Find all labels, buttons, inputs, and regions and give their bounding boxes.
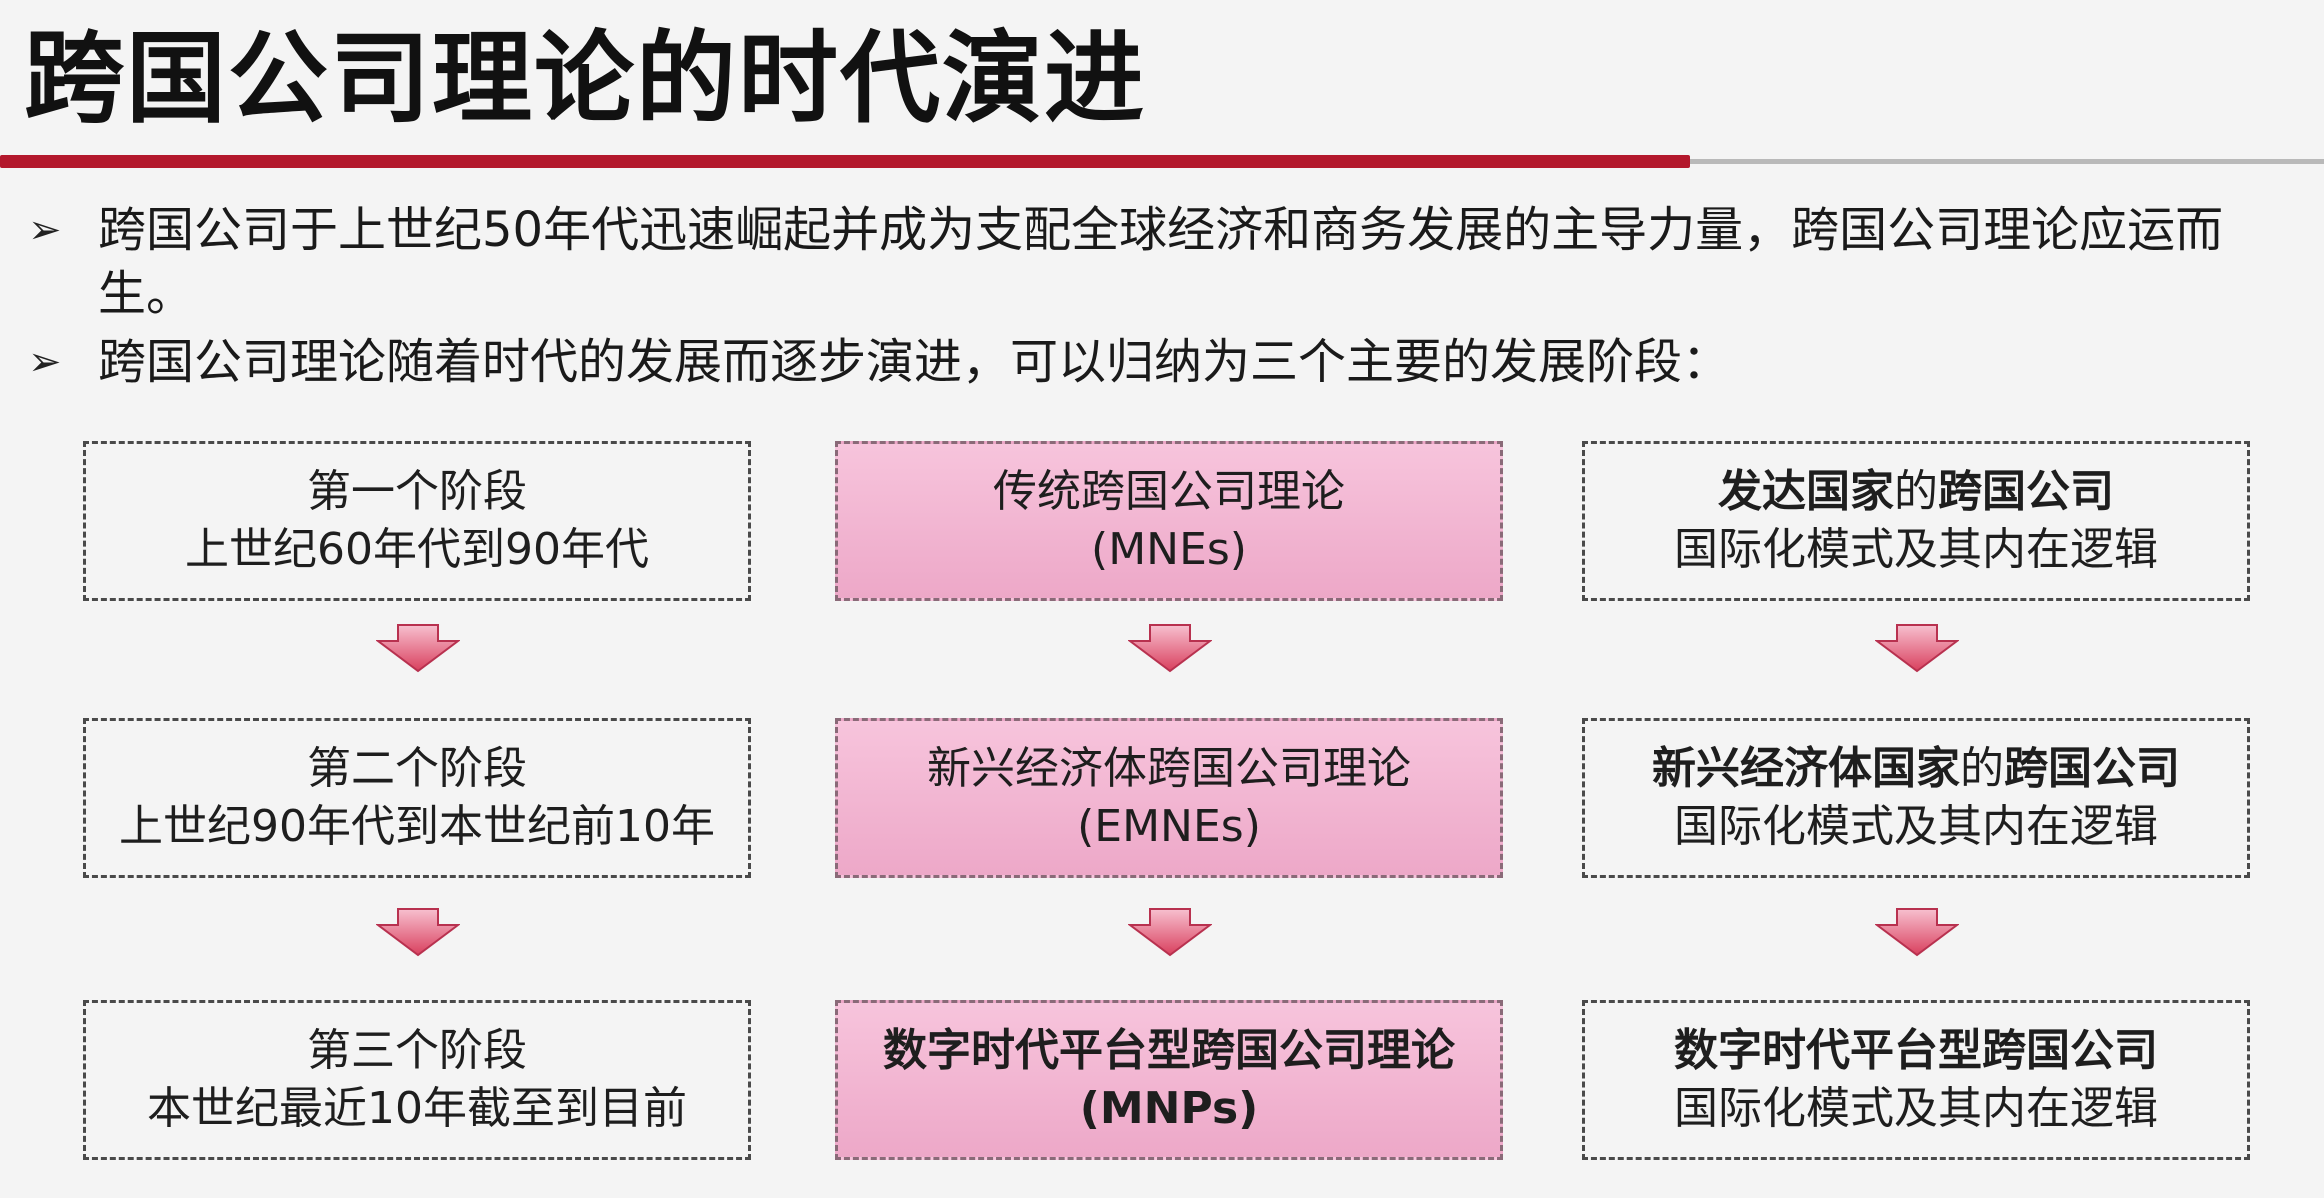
stage-period-range: 上世纪90年代到本世纪前10年 [119, 801, 715, 852]
mode-subject-company: 跨国公司 [2004, 743, 2180, 794]
theory-box-2: 新兴经济体跨国公司理论 (EMNEs) [835, 718, 1503, 878]
mode-box-3: 数字时代平台型跨国公司 国际化模式及其内在逻辑 [1582, 1000, 2250, 1160]
theory-abbreviation: (MNPs) [1079, 1083, 1259, 1134]
theory-box-3: 数字时代平台型跨国公司理论 (MNPs) [835, 1000, 1503, 1160]
mode-subject-connector: 的 [1960, 743, 2004, 794]
stage-period-box-2: 第二个阶段 上世纪90年代到本世纪前10年 [83, 718, 751, 878]
mode-subject: 新兴经济体国家的跨国公司 [1652, 740, 2180, 798]
stage-period-name: 第二个阶段 [307, 743, 527, 794]
theory-abbreviation: (MNEs) [1091, 524, 1247, 575]
down-arrow-icon [376, 908, 460, 957]
down-arrow-icon [1128, 908, 1212, 957]
down-arrow-icon [376, 624, 460, 673]
mode-subject-connector: 的 [1894, 466, 1938, 517]
down-arrow-icon [1128, 624, 1212, 673]
stage-period-box-3: 第三个阶段 本世纪最近10年截至到目前 [83, 1000, 751, 1160]
mode-subject-country: 新兴经济体国家 [1652, 743, 1960, 794]
stage-period-name: 第一个阶段 [307, 466, 527, 517]
mode-subject-country: 数字时代平台型跨国公司 [1674, 1025, 2158, 1076]
title-underline-grey [1690, 159, 2324, 164]
mode-subject-company: 跨国公司 [1938, 466, 2114, 517]
mode-box-2: 新兴经济体国家的跨国公司 国际化模式及其内在逻辑 [1582, 718, 2250, 878]
mode-subject: 数字时代平台型跨国公司 [1674, 1022, 2158, 1080]
title-underline-red [0, 155, 1690, 168]
arrowhead-bullet-icon: ➢ [28, 339, 62, 385]
slide-title: 跨国公司理论的时代演进 [24, 20, 1146, 137]
theory-name: 数字时代平台型跨国公司理论 [883, 1025, 1455, 1076]
theory-name: 传统跨国公司理论 [993, 466, 1345, 517]
bullet-text-1: 跨国公司于上世纪50年代迅速崛起并成为支配全球经济和商务发展的主导力量，跨国公司… [98, 202, 2224, 322]
mode-box-1: 发达国家的跨国公司 国际化模式及其内在逻辑 [1582, 441, 2250, 601]
arrowhead-bullet-icon: ➢ [28, 207, 62, 253]
down-arrow-icon [1875, 908, 1959, 957]
stage-period-box-1: 第一个阶段 上世纪60年代到90年代 [83, 441, 751, 601]
stage-period-range: 上世纪60年代到90年代 [185, 524, 649, 575]
mode-description: 国际化模式及其内在逻辑 [1674, 801, 2158, 852]
mode-description: 国际化模式及其内在逻辑 [1674, 1083, 2158, 1134]
bullet-text-2: 跨国公司理论随着时代的发展而逐步演进，可以归纳为三个主要的发展阶段： [98, 334, 1731, 390]
mode-description: 国际化模式及其内在逻辑 [1674, 524, 2158, 575]
theory-box-1: 传统跨国公司理论 (MNEs) [835, 441, 1503, 601]
bullet-item-1: ➢ 跨国公司于上世纪50年代迅速崛起并成为支配全球经济和商务发展的主导力量，跨国… [28, 198, 2288, 326]
theory-abbreviation: (EMNEs) [1077, 801, 1261, 852]
mode-subject-country: 发达国家 [1718, 466, 1894, 517]
mode-subject: 发达国家的跨国公司 [1718, 463, 2114, 521]
theory-name: 新兴经济体跨国公司理论 [927, 743, 1411, 794]
bullet-item-2: ➢ 跨国公司理论随着时代的发展而逐步演进，可以归纳为三个主要的发展阶段： [28, 330, 2288, 394]
stage-period-range: 本世纪最近10年截至到目前 [147, 1083, 687, 1134]
down-arrow-icon [1875, 624, 1959, 673]
stage-period-name: 第三个阶段 [307, 1025, 527, 1076]
